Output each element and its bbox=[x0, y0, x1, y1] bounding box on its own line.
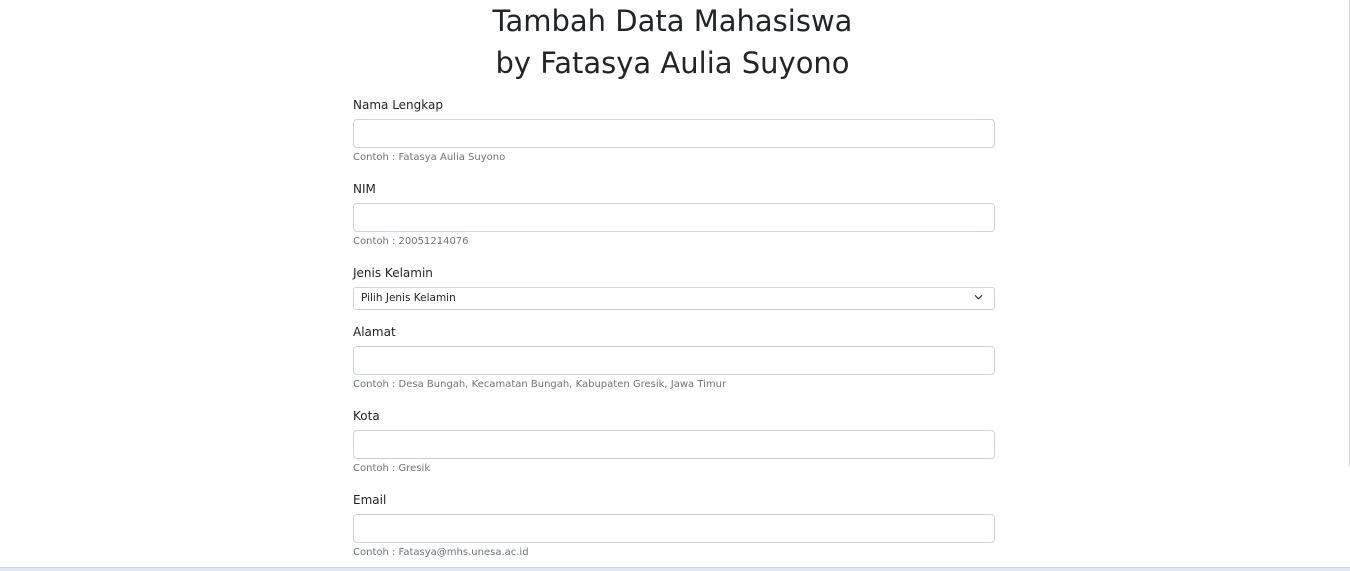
field-alamat: Alamat Contoh : Desa Bungah, Kecamatan B… bbox=[353, 323, 995, 392]
kota-input[interactable] bbox=[353, 430, 995, 459]
nama-lengkap-input[interactable] bbox=[353, 119, 995, 148]
alamat-label: Alamat bbox=[353, 325, 396, 339]
alamat-input[interactable] bbox=[353, 346, 995, 375]
field-jenis-kelamin: Jenis Kelamin Pilih Jenis Kelamin bbox=[353, 264, 995, 310]
nim-help: Contoh : 20051214076 bbox=[353, 236, 469, 247]
field-kota: Kota Contoh : Gresik bbox=[353, 407, 995, 476]
alamat-help: Contoh : Desa Bungah, Kecamatan Bungah, … bbox=[353, 379, 727, 390]
jenis-kelamin-selected-value: Pilih Jenis Kelamin bbox=[361, 292, 456, 304]
page-title-line-2: by Fatasya Aulia Suyono bbox=[495, 46, 850, 80]
kota-help: Contoh : Gresik bbox=[353, 463, 431, 474]
field-nama-lengkap: Nama Lengkap Contoh : Fatasya Aulia Suyo… bbox=[353, 96, 995, 165]
email-label: Email bbox=[353, 493, 387, 507]
chevron-down-icon bbox=[974, 295, 983, 300]
nama-lengkap-label: Nama Lengkap bbox=[353, 98, 443, 112]
kota-label: Kota bbox=[353, 409, 380, 423]
page: Tambah Data Mahasiswa by Fatasya Aulia S… bbox=[0, 0, 1350, 571]
email-help: Contoh : Fatasya@mhs.unesa.ac.id bbox=[353, 547, 529, 558]
email-input[interactable] bbox=[353, 514, 995, 543]
jenis-kelamin-select[interactable]: Pilih Jenis Kelamin bbox=[353, 287, 995, 310]
nim-input[interactable] bbox=[353, 203, 995, 232]
page-title-line-1: Tambah Data Mahasiswa bbox=[492, 4, 853, 38]
nama-lengkap-help: Contoh : Fatasya Aulia Suyono bbox=[353, 152, 506, 163]
page-title: Tambah Data Mahasiswa by Fatasya Aulia S… bbox=[0, 0, 1345, 84]
jenis-kelamin-label: Jenis Kelamin bbox=[353, 266, 433, 280]
nim-label: NIM bbox=[353, 182, 376, 196]
field-nim: NIM Contoh : 20051214076 bbox=[353, 180, 995, 249]
field-email: Email Contoh : Fatasya@mhs.unesa.ac.id bbox=[353, 491, 995, 560]
window-bottom-border bbox=[0, 567, 1350, 571]
